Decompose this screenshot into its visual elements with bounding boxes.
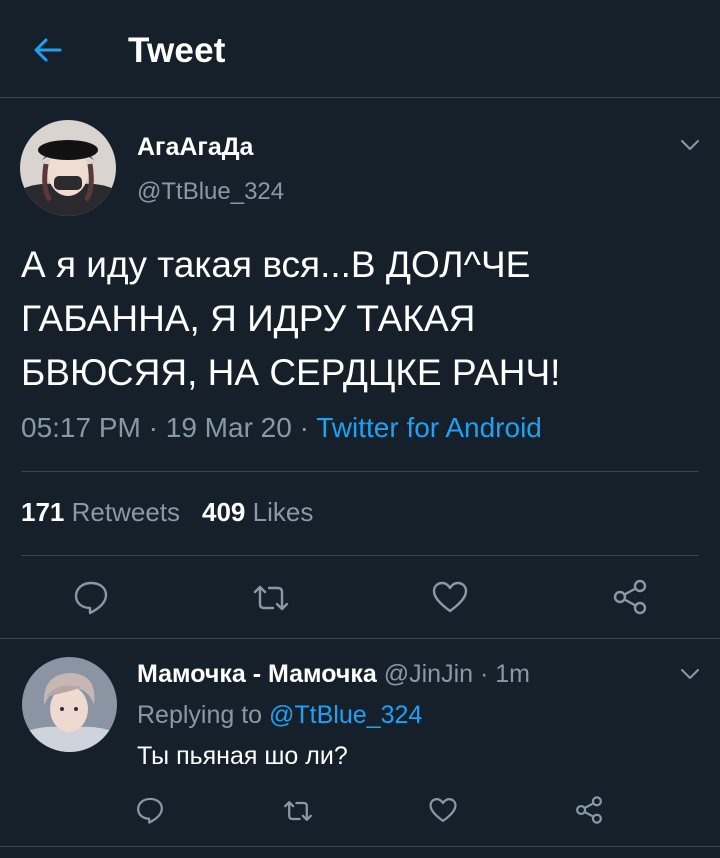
- tweet-stats: 171 Retweets 409 Likes: [21, 497, 313, 528]
- chevron-down-icon: [681, 140, 699, 150]
- comment-icon: [74, 581, 108, 615]
- reply-menu-button[interactable]: [678, 662, 702, 686]
- divider: [0, 846, 720, 847]
- likes-count: 409: [202, 497, 246, 527]
- reply-share-button[interactable]: [574, 795, 604, 825]
- tweet-source-link[interactable]: Twitter for Android: [316, 412, 542, 443]
- reply-author-avatar[interactable]: [22, 657, 117, 752]
- divider: [21, 471, 699, 472]
- share-icon: [613, 579, 647, 615]
- reply-button[interactable]: [72, 578, 110, 616]
- share-icon: [576, 796, 602, 824]
- meta-separator: ·: [479, 660, 489, 688]
- reply-author-handle[interactable]: @JinJin: [384, 660, 473, 688]
- author-handle[interactable]: @TtBlue_324: [137, 178, 284, 206]
- reply-text: Ты пьяная шо ли?: [137, 742, 348, 770]
- likes-label: Likes: [252, 497, 314, 527]
- top-bar: Tweet: [0, 0, 720, 98]
- retweet-icon: [253, 585, 289, 611]
- retweet-icon: [284, 801, 312, 821]
- tweet-menu-button[interactable]: [678, 133, 702, 157]
- tweet-text: А я иду такая вся...В ДОЛ^ЧЕ ГАБАННА, Я …: [21, 244, 561, 393]
- chevron-down-icon: [681, 669, 699, 679]
- retweets-count: 171: [21, 497, 65, 527]
- like-button[interactable]: [431, 579, 469, 615]
- author-name[interactable]: АгаАгаДа: [137, 133, 253, 162]
- divider: [0, 638, 720, 639]
- page-title: Tweet: [128, 31, 226, 70]
- heart-icon: [429, 798, 457, 822]
- meta-separator: ·: [299, 412, 309, 443]
- retweets-stat[interactable]: 171 Retweets: [21, 497, 180, 527]
- reply-time: 1m: [495, 660, 530, 688]
- likes-stat[interactable]: 409 Likes: [202, 497, 313, 527]
- replying-to-mention[interactable]: @TtBlue_324: [269, 701, 422, 729]
- reply-author-name[interactable]: Мамочка - Мамочка: [137, 660, 377, 688]
- arrow-left-icon: [34, 38, 62, 62]
- replying-label: Replying to: [137, 701, 263, 729]
- tweet-meta: 05:17 PM · 19 Mar 20 · Twitter for Andro…: [21, 412, 542, 444]
- retweets-label: Retweets: [71, 497, 181, 527]
- comment-icon: [137, 797, 163, 824]
- reply-retweet-button[interactable]: [282, 796, 314, 826]
- tweet-time: 05:17 PM: [21, 412, 141, 443]
- share-button[interactable]: [611, 578, 649, 616]
- reply-header: Мамочка - Мамочка @JinJin · 1m: [137, 660, 530, 689]
- heart-icon: [432, 581, 468, 613]
- replying-to-line: Replying to @TtBlue_324: [137, 701, 422, 730]
- back-button[interactable]: [30, 32, 66, 68]
- author-avatar[interactable]: [20, 120, 116, 216]
- tweet-date: 19 Mar 20: [165, 412, 292, 443]
- meta-separator: ·: [148, 412, 158, 443]
- divider: [21, 555, 699, 556]
- reply-reply-button[interactable]: [135, 795, 165, 825]
- reply-like-button[interactable]: [428, 796, 458, 824]
- retweet-button[interactable]: [251, 580, 291, 616]
